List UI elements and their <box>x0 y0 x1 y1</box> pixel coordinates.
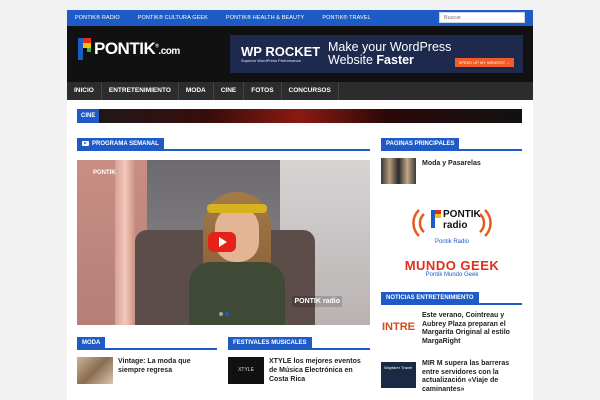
radio-logo-text: PONTIK radio <box>443 209 481 231</box>
pontik-radio-logo[interactable]: PONTIK radio <box>397 206 507 240</box>
moda-pasarelas-link[interactable]: Moda y Pasarelas <box>422 159 517 168</box>
section-programa-semanal: PROGRAMA SEMANAL <box>77 138 370 151</box>
search-input[interactable] <box>439 12 525 23</box>
ad-headline-2a: Website <box>328 53 377 67</box>
noticia-title-1[interactable]: Este verano, Cointreau y Aubrey Plaza pr… <box>422 312 522 346</box>
main-content: CINE PROGRAMA SEMANAL PONTIK PONTIK radi… <box>67 100 533 400</box>
site-logo[interactable]: PONTIK®.com <box>78 37 180 61</box>
nav-item-entretenimiento[interactable]: ENTRETENIMIENTO <box>102 82 179 100</box>
noticia-thumbnail-1[interactable]: INTRE <box>381 314 416 340</box>
video-player[interactable]: PONTIK PONTIK radio <box>77 160 370 325</box>
pontik-radio-caption[interactable]: Pontik Radio <box>397 239 507 245</box>
logo-name: PONTIK <box>94 39 156 58</box>
nav-item-fotos[interactable]: FOTOS <box>244 82 282 100</box>
ad-cta-button[interactable]: SPEED UP MY WEBSITE → <box>454 58 514 67</box>
nav-item-cine[interactable]: CINE <box>214 82 245 100</box>
logo-mark-icon <box>78 38 92 60</box>
noticia-thumbnail-2[interactable]: Wayfarer Travel <box>381 362 416 388</box>
moda-pasarelas-thumbnail[interactable] <box>381 158 416 184</box>
youtube-icon <box>82 140 89 146</box>
section-title: PROGRAMA SEMANAL <box>92 141 159 147</box>
cine-label: CINE <box>77 109 100 123</box>
nav-item-moda[interactable]: MODA <box>179 82 214 100</box>
topbar-link-health[interactable]: PONTIK® HEALTH & BEAUTY <box>226 15 304 21</box>
moda-post-title[interactable]: Vintage: La moda que siempre regresa <box>118 357 213 375</box>
moda-thumbnail[interactable] <box>77 357 113 384</box>
topbar-link-travel[interactable]: PONTIK® TRAVEL <box>322 15 370 21</box>
section-festivales: FESTIVALES MUSICALES <box>228 337 370 350</box>
mundo-geek-logo[interactable]: MUNDO GEEK <box>397 258 507 273</box>
nav-item-inicio[interactable]: INICIO <box>67 82 102 100</box>
main-nav: INICIO ENTRETENIMIENTO MODA CINE FOTOS C… <box>67 82 533 100</box>
mundo-geek-caption[interactable]: Pontik Mundo Geek <box>397 272 507 278</box>
slider-dots[interactable] <box>77 303 370 321</box>
festivales-post-title[interactable]: XTYLE los mejores eventos de Música Elec… <box>269 357 369 384</box>
cine-banner[interactable]: CINE <box>77 109 522 123</box>
ad-banner[interactable]: WP ROCKET Superior WordPress Performance… <box>230 35 523 73</box>
topbar-link-radio[interactable]: PONTIK® RADIO <box>75 15 120 21</box>
noticia-title-2[interactable]: MIR M supera las barreras entre servidor… <box>422 360 522 394</box>
ad-headline-2b: Faster <box>376 53 414 67</box>
festivales-thumbnail[interactable]: XTYLE <box>228 357 264 384</box>
section-noticias-entretenimiento: NOTICIAS ENTRETENIMIENTO <box>381 292 522 305</box>
nav-item-concursos[interactable]: CONCURSOS <box>282 82 339 100</box>
section-moda: MODA <box>77 337 217 350</box>
site-header: PONTIK®.com WP ROCKET Superior WordPress… <box>67 26 533 82</box>
topbar-link-geek[interactable]: PONTIK® CULTURA GEEK <box>138 15 208 21</box>
logo-suffix: .com <box>158 46 180 57</box>
top-bar: PONTIK® RADIO PONTIK® CULTURA GEEK PONTI… <box>67 10 533 26</box>
ad-brand: WP ROCKET <box>241 43 321 59</box>
video-watermark-logo: PONTIK <box>93 170 116 176</box>
page: PONTIK® RADIO PONTIK® CULTURA GEEK PONTI… <box>0 0 600 400</box>
section-paginas-principales: PAGINAS PRINCIPALES <box>381 138 522 151</box>
play-icon[interactable] <box>208 232 236 252</box>
